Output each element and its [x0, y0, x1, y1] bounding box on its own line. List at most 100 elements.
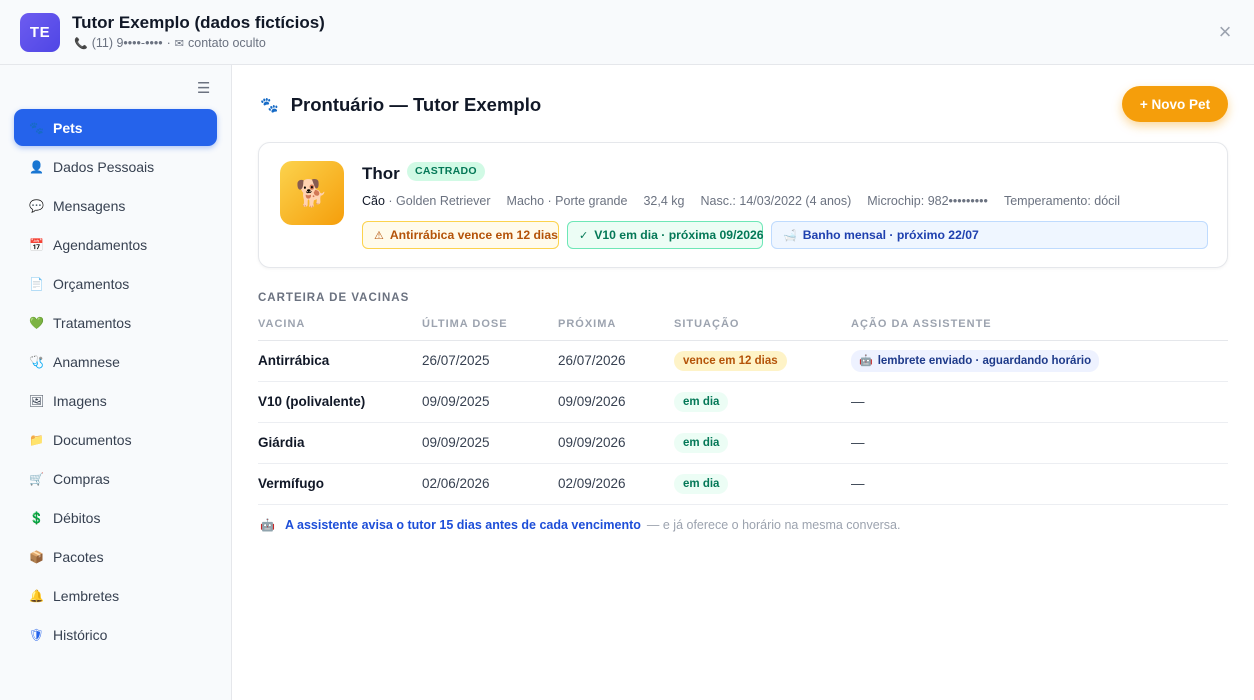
sidebar-item-pacotes[interactable]: 📦 Pacotes — [14, 538, 217, 575]
sidebar-item-orcamentos[interactable]: 📄 Orçamentos — [14, 265, 217, 302]
status-badge: em dia — [674, 432, 729, 453]
client-title: Tutor Exemplo (dados fictícios) — [72, 13, 325, 32]
sidebar-item-dados-pessoais[interactable]: 👤 Dados Pessoais — [14, 148, 217, 185]
next-dose: 02/09/2026 — [558, 463, 674, 505]
sidebar-item-label: Mensagens — [53, 197, 126, 214]
sidebar-item-documentos[interactable]: 📁 Documentos — [14, 421, 217, 458]
column-header: ÚLTIMA DOSE — [422, 309, 558, 341]
phone-icon: 📞 — [74, 37, 88, 50]
stethoscope-icon: 🩺 — [29, 354, 44, 369]
note-highlight: A assistente avisa o tutor 15 dias antes… — [284, 518, 641, 532]
sidebar-item-label: Débitos — [53, 509, 101, 526]
next-dose: 09/09/2026 — [558, 381, 674, 423]
sidebar-item-mensagens[interactable]: 💬 Mensagens — [14, 187, 217, 224]
page-title: 🐾 Prontuário — Tutor Exemplo — [260, 94, 541, 116]
sidebar-nav: 🐾 Pets 👤 Dados Pessoais 💬 Mensagens 📅 Agenda… — [14, 109, 217, 655]
chip-label: Banho mensal · próximo 22/07 — [802, 228, 979, 242]
warning-icon: ⚠ — [374, 229, 384, 242]
bath-chip[interactable]: 🛁 Banho mensal · próximo 22/07 — [771, 221, 1208, 249]
table-row[interactable]: Giárdia 09/09/2025 09/09/2026 em dia — — [258, 422, 1228, 464]
robot-icon: 🤖 — [859, 354, 873, 367]
status-cell: em dia — [674, 381, 851, 423]
status-cell: vence em 12 dias — [674, 340, 851, 382]
new-pet-button[interactable]: + Novo Pet — [1122, 86, 1228, 122]
last-dose: 09/09/2025 — [422, 422, 558, 464]
sidebar-item-debitos[interactable]: 💲 Débitos — [14, 499, 217, 536]
column-header: VACINA — [258, 309, 422, 341]
client-phone: (11) 9••••-•••• — [91, 36, 163, 50]
table-row[interactable]: V10 (polivalente) 09/09/2025 09/09/2026 … — [258, 381, 1228, 423]
sidebar-item-label: Histórico — [53, 626, 108, 643]
column-header: PRÓXIMA — [558, 309, 674, 341]
sidebar-item-agendamentos[interactable]: 📅 Agendamentos — [14, 226, 217, 263]
column-header: AÇÃO DA ASSISTENTE — [851, 309, 1228, 341]
action-cell: — — [851, 381, 1228, 423]
action-cell: 🤖 lembrete enviado · aguardando horário — [851, 340, 1228, 382]
sidebar-item-anamnese[interactable]: 🩺 Anamnese — [14, 343, 217, 380]
status-badge: em dia — [674, 473, 729, 494]
next-dose: 26/07/2026 — [558, 340, 674, 382]
menu-icon[interactable]: ☰ — [197, 81, 211, 96]
close-icon[interactable]: × — [1214, 21, 1236, 43]
table-row[interactable]: Vermífugo 02/06/2026 02/09/2026 em dia — — [258, 463, 1228, 505]
sidebar-item-label: Documentos — [53, 431, 132, 448]
document-icon: 📄 — [29, 276, 44, 291]
action-label: lembrete enviado · aguardando horário — [877, 354, 1092, 367]
heart-icon: 💚 — [29, 315, 44, 330]
sidebar-item-label: Tratamentos — [53, 314, 132, 331]
vaccine-name: V10 (polivalente) — [258, 381, 422, 423]
vaccine-table: VACINA ÚLTIMA DOSE PRÓXIMA SITUAÇÃO AÇÃO… — [258, 309, 1228, 505]
note-text: — e já oferece o horário na mesma conver… — [646, 518, 901, 532]
last-dose: 02/06/2026 — [422, 463, 558, 505]
pet-birth: Nasc.: 14/03/2022 (4 anos) — [700, 194, 852, 208]
sidebar-item-tratamentos[interactable]: 💚 Tratamentos — [14, 304, 217, 341]
v10-status-chip[interactable]: ✓ V10 em dia · próxima 09/2026 — [567, 221, 764, 249]
client-email: contato oculto — [188, 36, 266, 50]
pet-photo: 🐕 — [280, 161, 344, 225]
sidebar-item-label: Orçamentos — [53, 275, 130, 292]
sidebar-item-imagens[interactable]: 🖼 Imagens — [14, 382, 217, 419]
vaccine-card-title: CARTEIRA DE VACINAS — [258, 292, 410, 304]
action-cell: — — [851, 422, 1228, 464]
package-icon: 📦 — [29, 549, 44, 564]
sidebar-item-label: Imagens — [53, 392, 107, 409]
column-header: SITUAÇÃO — [674, 309, 851, 341]
modal-header: TE Tutor Exemplo (dados fictícios) 📞 (11… — [0, 0, 1254, 65]
check-icon: ✓ — [579, 229, 589, 242]
pet-name: Thor — [362, 164, 400, 183]
paw-icon: 🐾 — [260, 97, 279, 114]
sidebar-item-label: Dados Pessoais — [53, 158, 155, 175]
pet-species: Cão — [362, 194, 385, 208]
sidebar: ☰ 🐾 Pets 👤 Dados Pessoais 💬 Mensagens 📅 Agen… — [0, 65, 232, 700]
chip-label: Antirrábica vence em 12 dias — [389, 228, 558, 242]
chat-bubble-icon: 💬 — [29, 198, 44, 213]
rabies-alert-chip[interactable]: ⚠ Antirrábica vence em 12 dias — [362, 221, 559, 249]
status-badge: em dia — [674, 391, 729, 412]
sidebar-item-label: Agendamentos — [53, 236, 148, 253]
pet-breed: · Golden Retriever — [384, 194, 491, 208]
paw-icon: 🐾 — [29, 120, 44, 135]
sidebar-item-compras[interactable]: 🛒 Compras — [14, 460, 217, 497]
status-badge: CASTRADO — [407, 162, 485, 181]
folder-icon: 📁 — [29, 432, 44, 447]
main-content: 🐾 Prontuário — Tutor Exemplo + Novo Pet … — [232, 65, 1254, 700]
pet-card[interactable]: 🐕 Thor CASTRADO Cão · Golden Retriever Ma… — [258, 142, 1228, 268]
client-contact: 📞 (11) 9••••-•••• · ✉ contato oculto — [74, 36, 266, 50]
last-dose: 26/07/2025 — [422, 340, 558, 382]
pet-temperament: Temperamento: dócil — [1003, 194, 1120, 208]
cart-icon: 🛒 — [29, 471, 44, 486]
sidebar-item-label: Lembretes — [53, 587, 120, 604]
status-cell: em dia — [674, 463, 851, 505]
sidebar-item-label: Pacotes — [53, 548, 104, 565]
sidebar-item-label: Compras — [53, 470, 110, 487]
robot-icon: 🤖 — [260, 518, 275, 532]
sidebar-item-lembretes[interactable]: 🔔 Lembretes — [14, 577, 217, 614]
sidebar-item-historico[interactable]: 🛡 Histórico — [14, 616, 217, 653]
status-cell: em dia — [674, 422, 851, 464]
pet-sex-size: Macho · Porte grande — [506, 194, 628, 208]
sidebar-item-label: Anamnese — [53, 353, 120, 370]
shield-icon: 🛡 — [28, 627, 45, 642]
sidebar-item-pets[interactable]: 🐾 Pets — [14, 109, 217, 146]
reminder-sent-badge[interactable]: 🤖 lembrete enviado · aguardando horário — [851, 349, 1100, 372]
table-row[interactable]: Antirrábica 26/07/2025 26/07/2026 vence … — [258, 340, 1228, 382]
